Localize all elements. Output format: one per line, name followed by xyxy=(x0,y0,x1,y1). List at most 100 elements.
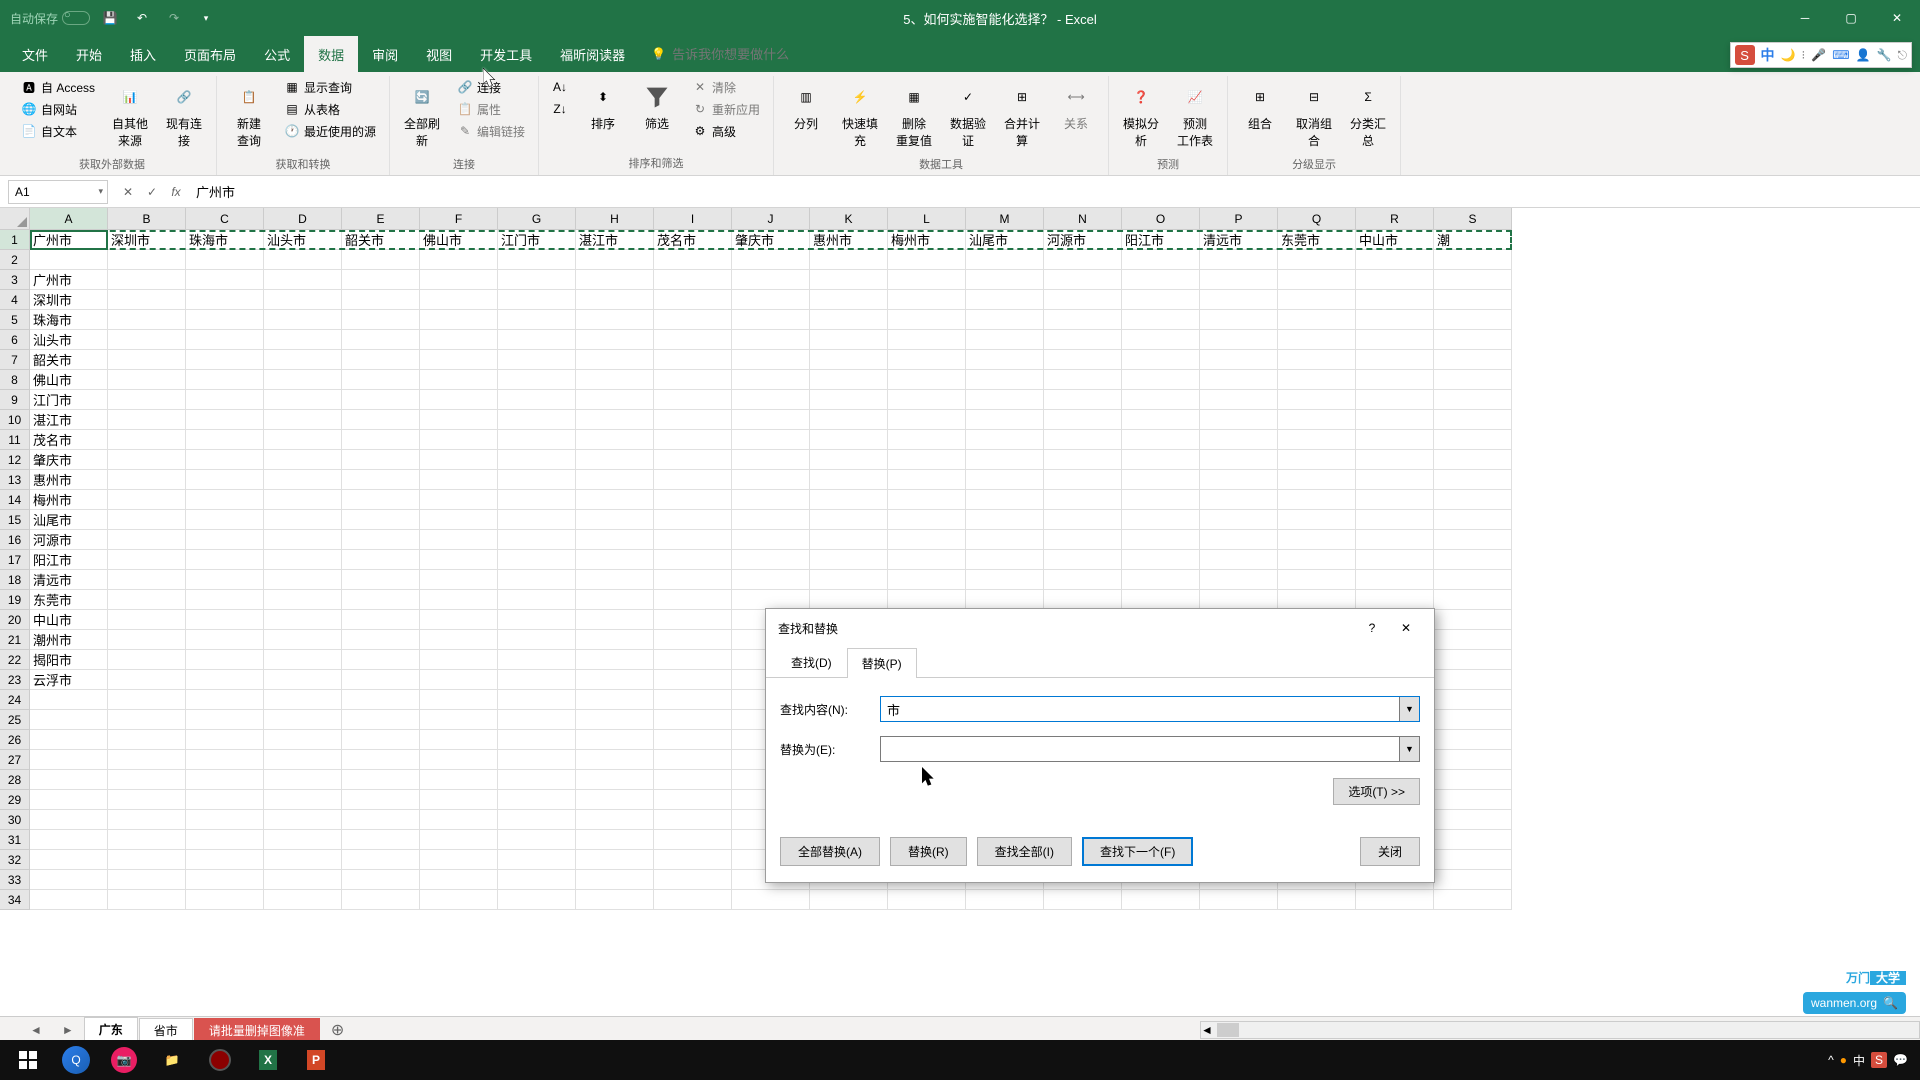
cell[interactable] xyxy=(264,470,342,490)
cell[interactable] xyxy=(498,510,576,530)
cell[interactable] xyxy=(1434,630,1512,650)
cell[interactable] xyxy=(420,590,498,610)
cell[interactable] xyxy=(30,790,108,810)
cell[interactable] xyxy=(966,270,1044,290)
cell[interactable] xyxy=(498,530,576,550)
cell[interactable] xyxy=(108,250,186,270)
cell[interactable] xyxy=(1434,330,1512,350)
cell[interactable] xyxy=(108,730,186,750)
cell[interactable] xyxy=(108,790,186,810)
cell[interactable] xyxy=(186,310,264,330)
cell[interactable] xyxy=(498,630,576,650)
cell[interactable] xyxy=(420,510,498,530)
cell[interactable] xyxy=(186,270,264,290)
cell[interactable]: 清远市 xyxy=(30,570,108,590)
cell[interactable] xyxy=(264,430,342,450)
chevron-down-icon[interactable]: ▼ xyxy=(1399,737,1419,761)
spreadsheet-grid[interactable]: ABCDEFGHIJKLMNOPQRS 12345678910111213141… xyxy=(0,208,1920,976)
cell[interactable] xyxy=(186,590,264,610)
row-header[interactable]: 19 xyxy=(0,590,30,610)
cell[interactable] xyxy=(342,590,420,610)
cell[interactable] xyxy=(342,670,420,690)
tellme-search[interactable]: 💡 xyxy=(639,47,1920,62)
horizontal-scrollbar[interactable]: ◄ xyxy=(1200,1021,1920,1039)
column-header[interactable]: G xyxy=(498,208,576,230)
cell[interactable] xyxy=(108,810,186,830)
cell[interactable] xyxy=(654,890,732,910)
cell[interactable] xyxy=(1434,710,1512,730)
row-header[interactable]: 23 xyxy=(0,670,30,690)
cell[interactable] xyxy=(576,470,654,490)
cell[interactable] xyxy=(342,710,420,730)
cell[interactable] xyxy=(1044,530,1122,550)
select-all-corner[interactable] xyxy=(0,208,30,230)
cell[interactable] xyxy=(498,430,576,450)
cell[interactable] xyxy=(810,550,888,570)
properties-button[interactable]: 📋属性 xyxy=(450,98,532,120)
cell[interactable] xyxy=(498,390,576,410)
cell[interactable] xyxy=(1356,570,1434,590)
cell[interactable] xyxy=(576,850,654,870)
cell[interactable] xyxy=(654,490,732,510)
cell[interactable] xyxy=(342,770,420,790)
cell[interactable] xyxy=(966,590,1044,610)
cell[interactable] xyxy=(1122,890,1200,910)
row-header[interactable]: 13 xyxy=(0,470,30,490)
cell[interactable] xyxy=(810,470,888,490)
cell[interactable] xyxy=(264,510,342,530)
cell[interactable] xyxy=(888,250,966,270)
qat-customize-icon[interactable]: ▾ xyxy=(194,6,218,30)
cell[interactable] xyxy=(264,650,342,670)
cell[interactable] xyxy=(1044,370,1122,390)
cell[interactable] xyxy=(264,410,342,430)
tab-review[interactable]: 审阅 xyxy=(358,36,412,72)
cell[interactable] xyxy=(810,490,888,510)
cell[interactable] xyxy=(1044,550,1122,570)
close-button[interactable]: 关闭 xyxy=(1360,837,1420,866)
sheet-tab[interactable]: 请批量删掉图像准 xyxy=(194,1018,320,1042)
refresh-all-button[interactable]: 🔄全部刷新 xyxy=(396,76,448,154)
cell[interactable] xyxy=(264,670,342,690)
notifications-icon[interactable]: 💬 xyxy=(1893,1053,1908,1067)
cell[interactable] xyxy=(888,390,966,410)
cell[interactable] xyxy=(1044,290,1122,310)
dialog-close-button[interactable]: ✕ xyxy=(1390,616,1422,640)
cell[interactable] xyxy=(30,250,108,270)
cell[interactable]: 江门市 xyxy=(30,390,108,410)
cell[interactable] xyxy=(342,650,420,670)
cell[interactable] xyxy=(1434,750,1512,770)
cell[interactable] xyxy=(576,730,654,750)
cell[interactable] xyxy=(498,330,576,350)
cell[interactable] xyxy=(264,770,342,790)
cell[interactable] xyxy=(732,490,810,510)
cell[interactable]: 湛江市 xyxy=(576,230,654,250)
cell[interactable] xyxy=(966,510,1044,530)
cell[interactable] xyxy=(498,590,576,610)
cell[interactable]: 中山市 xyxy=(1356,230,1434,250)
cell[interactable] xyxy=(1200,270,1278,290)
cell[interactable] xyxy=(186,570,264,590)
cell[interactable] xyxy=(420,390,498,410)
cell[interactable] xyxy=(420,330,498,350)
cell[interactable] xyxy=(576,670,654,690)
cell[interactable] xyxy=(264,890,342,910)
cell[interactable] xyxy=(888,470,966,490)
cell[interactable] xyxy=(810,450,888,470)
column-header[interactable]: H xyxy=(576,208,654,230)
cell[interactable] xyxy=(810,270,888,290)
cell[interactable] xyxy=(888,550,966,570)
cell[interactable] xyxy=(342,250,420,270)
cell[interactable] xyxy=(186,490,264,510)
cell[interactable] xyxy=(264,830,342,850)
cell[interactable] xyxy=(1356,410,1434,430)
column-header[interactable]: K xyxy=(810,208,888,230)
find-tab[interactable]: 查找(D) xyxy=(776,647,847,677)
row-header[interactable]: 9 xyxy=(0,390,30,410)
cell[interactable] xyxy=(576,530,654,550)
cell[interactable] xyxy=(966,390,1044,410)
cell[interactable] xyxy=(810,410,888,430)
ime-toolbar[interactable]: S 中 🌙⁝🎤⌨👤🔧⎋ xyxy=(1730,42,1912,68)
row-header[interactable]: 12 xyxy=(0,450,30,470)
cell[interactable] xyxy=(732,450,810,470)
cell[interactable] xyxy=(576,290,654,310)
